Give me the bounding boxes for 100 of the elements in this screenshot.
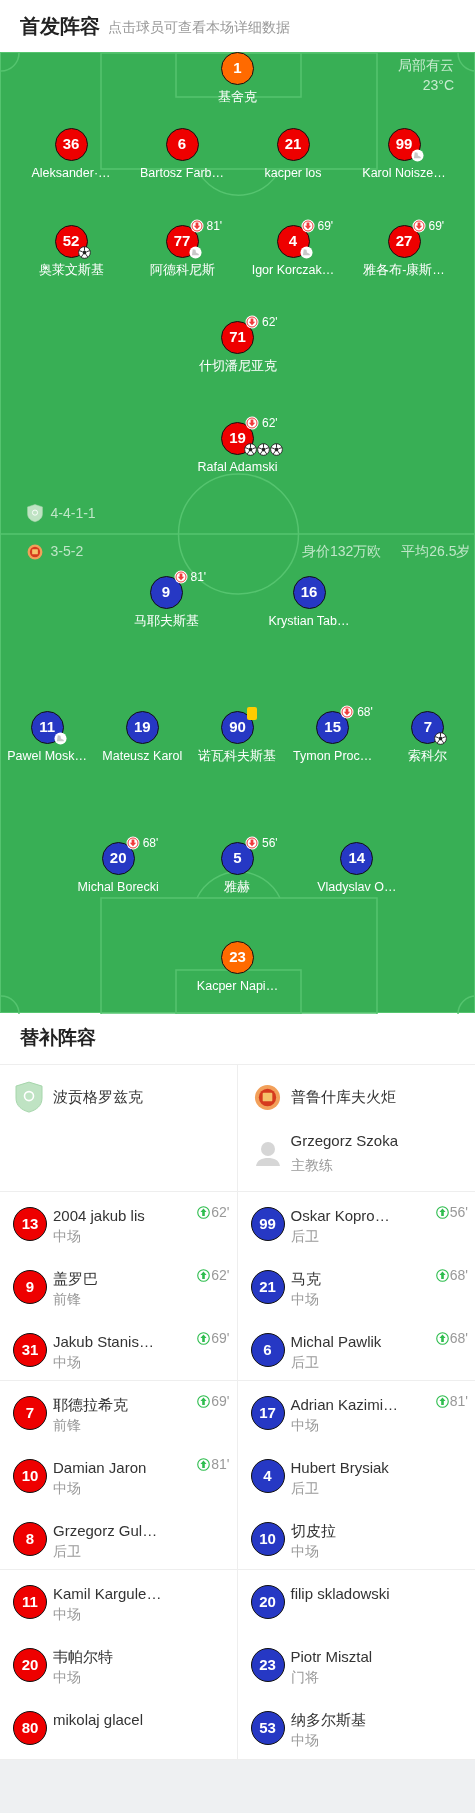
player-number[interactable]: 20 (13, 1648, 47, 1682)
player-name[interactable]: 奥莱文斯基 (38, 261, 104, 278)
sub-in-icon (197, 1268, 211, 1282)
player-name[interactable]: 纳多尔斯基 (290, 1710, 468, 1730)
player-name[interactable]: Bartosz Farb… (139, 164, 225, 181)
player-number[interactable]: 31 (13, 1333, 47, 1367)
player-number[interactable]: 7 (13, 1396, 47, 1430)
player-number[interactable]: 99 (250, 1207, 285, 1241)
player-name[interactable]: Oskar Kopro… (290, 1206, 436, 1226)
player-number[interactable]: 14 (340, 841, 374, 875)
player-number[interactable]: 80 (13, 1711, 47, 1745)
player-name[interactable]: Krystian Tab… (268, 612, 350, 629)
player-name[interactable]: 韦帕尔特 (53, 1647, 230, 1667)
player-name[interactable]: Rafal Adamski (197, 458, 278, 475)
player-name[interactable]: filip skladowski (290, 1584, 468, 1604)
player-name[interactable]: Aleksander·… (31, 164, 111, 181)
player-name[interactable]: mikolaj glacel (53, 1710, 230, 1730)
player-name[interactable]: kacper los (264, 164, 322, 181)
player-number[interactable]: 20 (250, 1585, 285, 1619)
player-name[interactable]: 阿德科尼斯 (149, 261, 215, 278)
player-name[interactable]: Piotr Misztal (290, 1647, 468, 1667)
player-name[interactable]: 索科尔 (408, 747, 448, 764)
player-position: 中场 (53, 1479, 82, 1498)
player-number[interactable]: 17 (250, 1396, 285, 1430)
player-name[interactable]: 诺瓦科夫斯基 (198, 747, 277, 764)
player-number[interactable]: 23 (250, 1648, 285, 1682)
player-number[interactable]: 5 (221, 841, 254, 875)
player-number[interactable]: 9 (149, 575, 183, 609)
team-name: 波贡格罗兹克 (53, 1086, 143, 1107)
player-number[interactable]: 13 (13, 1207, 47, 1241)
sub-in-icon (197, 1457, 211, 1471)
player-number[interactable]: 4 (250, 1459, 285, 1493)
boot-icon (188, 245, 202, 259)
player-name[interactable]: 马克 (290, 1269, 436, 1289)
player-number[interactable]: 53 (250, 1711, 285, 1745)
ball-icon (257, 442, 270, 456)
player-number[interactable]: 27 (387, 224, 421, 258)
player-name[interactable]: 盖罗巴 (53, 1269, 198, 1289)
player-name[interactable]: Pawel Mosk… (7, 747, 88, 764)
player-number[interactable]: 20 (101, 841, 135, 875)
sub-in-icon (435, 1331, 449, 1345)
player-number[interactable]: 23 (221, 940, 254, 974)
player-name[interactable]: 切皮拉 (290, 1521, 468, 1541)
player-name[interactable]: Vladyslav O… (317, 878, 397, 895)
formation-text: 3-5-2 (50, 542, 84, 561)
player-name[interactable]: 耶德拉希克 (53, 1395, 198, 1415)
player-number[interactable]: 10 (13, 1459, 47, 1493)
sub-out-minute: 69' (317, 219, 334, 232)
player-number[interactable]: 90 (221, 710, 254, 744)
player-number[interactable]: 21 (276, 127, 310, 161)
player-number[interactable]: 15 (316, 710, 350, 744)
player-name[interactable]: Michal Borecki (77, 878, 159, 895)
player-name[interactable]: 雅赫 (224, 878, 251, 895)
player-position: 中场 (53, 1668, 82, 1687)
player-name[interactable]: Hubert Brysiak (290, 1458, 468, 1478)
player-name[interactable]: 2004 jakub lis (53, 1206, 198, 1226)
sub-in-icon (435, 1394, 449, 1408)
player-name[interactable]: 雅各布-康斯… (363, 261, 445, 278)
sub-out-icon (245, 835, 259, 850)
player-name[interactable]: Michal Pawlik (290, 1332, 436, 1352)
ball-icon (244, 442, 257, 456)
player-number[interactable]: 99 (387, 127, 421, 161)
sub-out-icon (300, 218, 315, 233)
player-number[interactable]: 6 (165, 127, 199, 161)
player-name[interactable]: Kamil Kargule… (53, 1584, 230, 1604)
player-number[interactable]: 9 (13, 1270, 47, 1304)
player-number[interactable]: 21 (250, 1270, 285, 1304)
player-number[interactable]: 6 (250, 1333, 285, 1367)
sub-out-minute: 81' (206, 219, 223, 232)
player-name[interactable]: Tymon Proc… (293, 747, 373, 764)
player-name[interactable]: Grzegorz Gul… (53, 1521, 230, 1541)
player-name[interactable]: 什切潘尼亚克 (198, 357, 277, 374)
player-number[interactable]: 11 (13, 1585, 47, 1619)
player-number[interactable]: 19 (125, 710, 159, 744)
player-number[interactable]: 71 (221, 320, 254, 354)
player-number[interactable]: 16 (292, 575, 326, 609)
sub-in-icon (197, 1205, 211, 1219)
player-number[interactable]: 52 (54, 224, 88, 258)
sub-in-minute: 68' (449, 1268, 468, 1282)
player-position: 中场 (290, 1731, 320, 1750)
player-number[interactable]: 1 (221, 51, 254, 85)
player-position: 前锋 (53, 1416, 82, 1435)
player-name[interactable]: Mateusz Karol (102, 747, 183, 764)
player-number[interactable]: 36 (54, 127, 88, 161)
sub-in-minute: 69' (211, 1331, 230, 1345)
player-position: 后卫 (290, 1227, 320, 1246)
player-number[interactable]: 8 (13, 1522, 47, 1556)
player-name[interactable]: 基舍克 (218, 88, 257, 105)
player-name[interactable]: 马耶夫斯基 (133, 612, 199, 629)
sub-in-minute: 62' (211, 1205, 230, 1219)
player-number[interactable]: 7 (411, 710, 445, 744)
player-name[interactable]: Igor Korczak… (251, 261, 335, 278)
player-name[interactable]: Karol Noisze… (362, 164, 446, 181)
player-number[interactable]: 11 (30, 710, 64, 744)
sub-out-minute: 62' (262, 315, 278, 328)
player-name[interactable]: Jakub Stanis… (53, 1332, 198, 1352)
player-number[interactable]: 10 (250, 1522, 285, 1556)
player-name[interactable]: Damian Jaron (53, 1458, 198, 1478)
shield-logo-icon (15, 1080, 43, 1114)
player-name[interactable]: Adrian Kazimi… (290, 1395, 436, 1415)
